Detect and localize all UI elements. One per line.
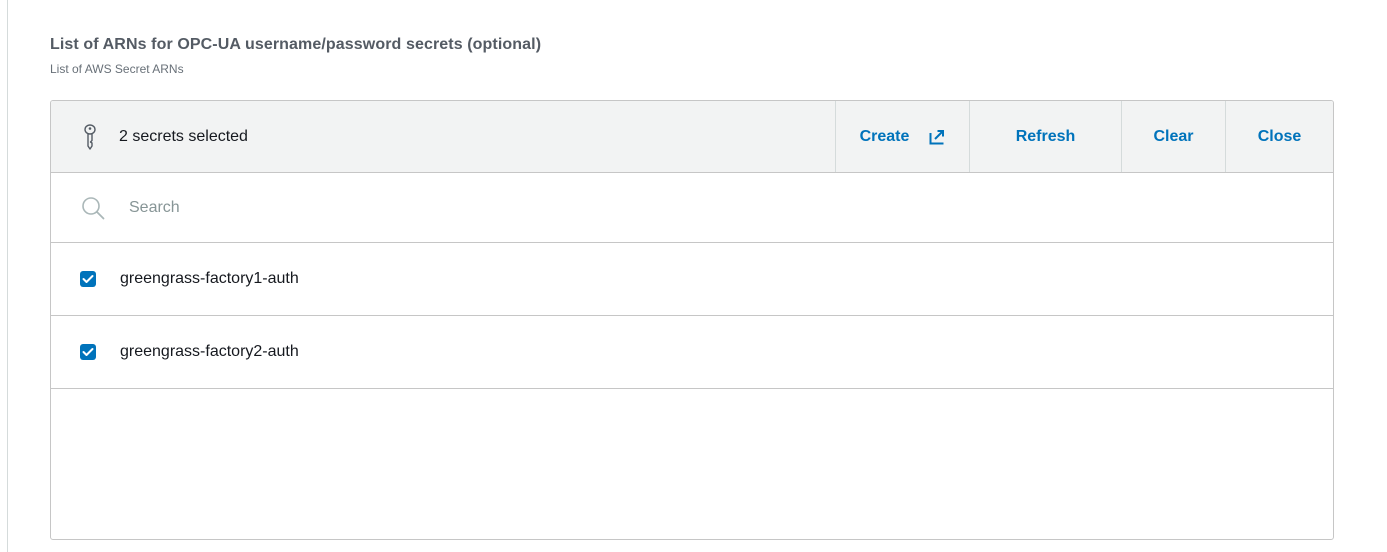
- option-label: greengrass-factory1-auth: [120, 270, 299, 287]
- option-label: greengrass-factory2-auth: [120, 343, 299, 360]
- selected-summary: 2 secrets selected: [51, 101, 835, 172]
- field-label: List of ARNs for OPC-UA username/passwor…: [50, 36, 542, 53]
- checkbox-checked[interactable]: [80, 271, 96, 287]
- search-input[interactable]: [127, 197, 731, 218]
- create-button-label: Create: [859, 127, 910, 145]
- clear-button[interactable]: Clear: [1121, 101, 1225, 172]
- search-row: [51, 173, 1333, 243]
- refresh-button[interactable]: Refresh: [969, 101, 1121, 172]
- field-description: List of AWS Secret ARNs: [50, 62, 184, 76]
- close-button[interactable]: Close: [1225, 101, 1333, 172]
- list-item[interactable]: greengrass-factory1-auth: [51, 243, 1333, 316]
- selected-count-text: 2 secrets selected: [119, 127, 248, 145]
- checkbox-checked[interactable]: [80, 344, 96, 360]
- selector-header: 2 secrets selected Create Refresh Clear …: [51, 101, 1333, 173]
- left-divider: [7, 0, 8, 552]
- external-link-icon: [929, 129, 945, 145]
- page: List of ARNs for OPC-UA username/passwor…: [0, 0, 1387, 552]
- search-icon: [81, 196, 105, 220]
- key-icon: [81, 123, 99, 150]
- list-item[interactable]: greengrass-factory2-auth: [51, 316, 1333, 389]
- create-button[interactable]: Create: [835, 101, 969, 172]
- secrets-selector-panel: 2 secrets selected Create Refresh Clear …: [50, 100, 1334, 540]
